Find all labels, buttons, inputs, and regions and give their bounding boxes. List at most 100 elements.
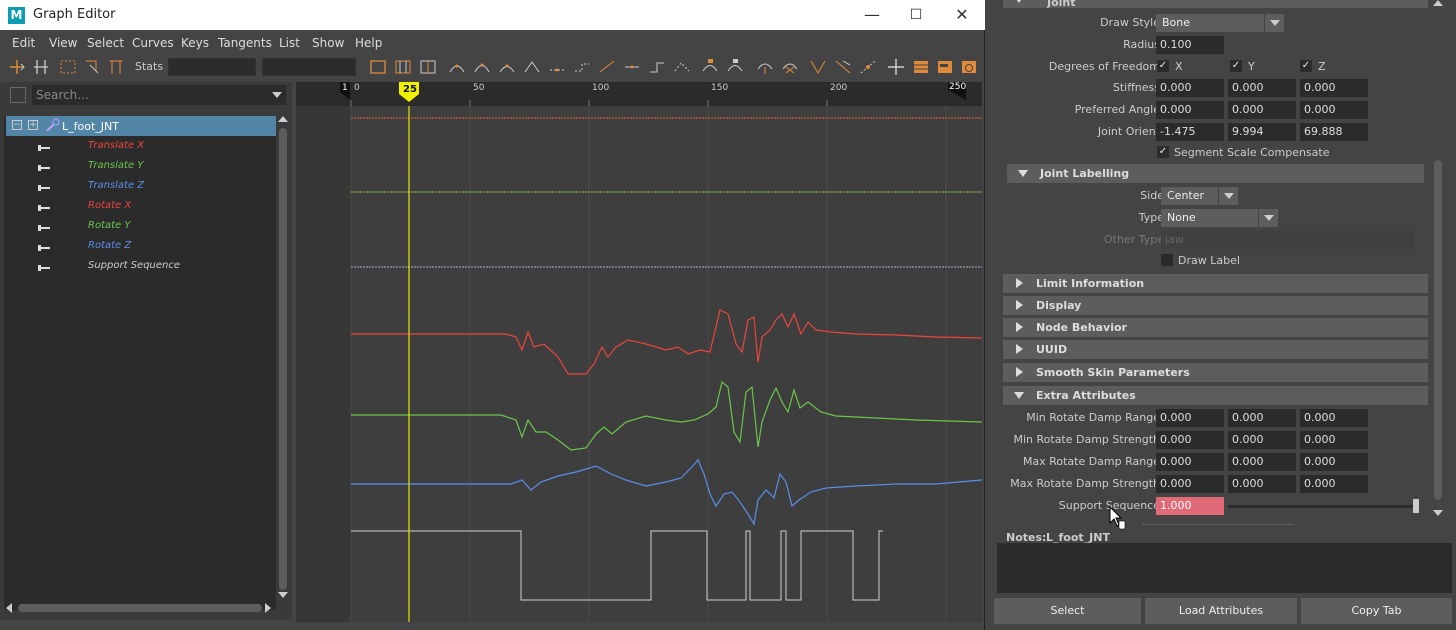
menu-show[interactable]: Show (312, 36, 344, 50)
graph-view[interactable]: 0 50 100 150 200 1 250 25 (296, 82, 982, 622)
radius-field[interactable]: 0.100 (1156, 36, 1224, 54)
menu-list[interactable]: List (279, 36, 300, 50)
flat-tangent-icon[interactable] (547, 57, 567, 77)
section-joint-labelling[interactable]: Joint Labelling (1007, 164, 1424, 183)
tree-root-row[interactable]: − + L_foot_JNT (6, 116, 276, 136)
max-damp-range-z[interactable]: 0.000 (1300, 453, 1368, 471)
menu-view[interactable]: View (49, 36, 77, 50)
close-button[interactable]: ✕ (950, 4, 974, 26)
spline-tangent-icon[interactable] (472, 57, 492, 77)
menu-help[interactable]: Help (355, 36, 382, 50)
copy-tab-button[interactable]: Copy Tab (1301, 598, 1452, 624)
unify-tangent-icon[interactable] (647, 57, 667, 77)
channel-row[interactable]: Rotate Z (4, 236, 274, 256)
preferred-angle-x-field[interactable]: 0.000 (1156, 101, 1224, 119)
min-damp-range-y[interactable]: 0.000 (1228, 409, 1296, 427)
section-uuid[interactable]: UUID (1003, 340, 1428, 359)
menu-tangents[interactable]: Tangents (218, 36, 272, 50)
graph-canvas[interactable]: 0 50 100 150 200 1 250 25 (296, 82, 982, 622)
denormalize-icon[interactable] (833, 57, 853, 77)
joint-orient-z-field[interactable]: 69.888 (1300, 123, 1368, 141)
scroll-up-icon[interactable] (1433, 0, 1443, 6)
scroll-right-icon[interactable] (265, 603, 271, 613)
step-tangent-icon[interactable] (572, 57, 592, 77)
lattice-tool-icon[interactable] (106, 57, 126, 77)
draw-style-dropdown[interactable]: Bone (1156, 14, 1284, 32)
min-damp-range-z[interactable]: 0.000 (1300, 409, 1368, 427)
dof-z-checkbox[interactable]: ✓ (1300, 60, 1312, 72)
menu-curves[interactable]: Curves (132, 36, 174, 50)
section-extra-attributes[interactable]: Extra Attributes (1003, 386, 1428, 405)
frame-playback-range-icon[interactable] (393, 57, 413, 77)
menu-keys[interactable]: Keys (181, 36, 209, 50)
type-dropdown[interactable]: None (1161, 209, 1278, 227)
segment-scale-compensate-checkbox[interactable]: ✓ (1157, 146, 1169, 158)
menu-edit[interactable]: Edit (12, 36, 35, 50)
insert-key-tool-icon[interactable] (31, 57, 51, 77)
select-button[interactable]: Select (994, 598, 1141, 624)
menu-select[interactable]: Select (87, 36, 124, 50)
notes-textarea[interactable] (997, 543, 1452, 593)
frame-all-icon[interactable] (368, 57, 388, 77)
max-damp-strength-y[interactable]: 0.000 (1228, 475, 1296, 493)
dof-x-checkbox[interactable]: ✓ (1157, 60, 1169, 72)
auto-tangent-icon[interactable] (447, 57, 467, 77)
retime-tool-icon[interactable] (82, 57, 102, 77)
scroll-down-icon[interactable] (278, 592, 288, 598)
joint-orient-x-field[interactable]: -1.475 (1156, 123, 1224, 141)
draw-label-checkbox[interactable] (1161, 254, 1173, 266)
expand-icon[interactable]: + (28, 120, 38, 130)
trax-editor-icon[interactable] (935, 57, 955, 77)
isolate-curve-icon[interactable] (858, 57, 878, 77)
ae-vscroll[interactable] (1433, 0, 1443, 522)
min-damp-strength-x[interactable]: 0.000 (1156, 431, 1224, 449)
move-view-icon[interactable] (886, 57, 906, 77)
weighted-tangent-icon[interactable] (672, 57, 692, 77)
support-sequence-slider[interactable] (1228, 505, 1418, 508)
preferred-angle-y-field[interactable]: 0.000 (1228, 101, 1296, 119)
channel-row[interactable]: Translate Y (4, 156, 274, 176)
filter-icon[interactable] (10, 87, 26, 103)
load-attributes-button[interactable]: Load Attributes (1145, 598, 1297, 624)
scroll-up-icon[interactable] (278, 116, 288, 122)
max-damp-strength-z[interactable]: 0.000 (1300, 475, 1368, 493)
buffer-curve-snapshot-icon[interactable] (755, 57, 775, 77)
max-damp-range-y[interactable]: 0.000 (1228, 453, 1296, 471)
stats-value-field[interactable] (262, 58, 356, 76)
stiffness-x-field[interactable]: 0.000 (1156, 79, 1224, 97)
linear-tangent-icon[interactable] (522, 57, 542, 77)
scroll-down-icon[interactable] (1433, 510, 1443, 516)
section-node-behavior[interactable]: Node Behavior (1003, 318, 1428, 337)
channel-row[interactable]: Support Sequence (4, 256, 274, 276)
side-dropdown[interactable]: Center (1161, 187, 1238, 205)
min-damp-strength-y[interactable]: 0.000 (1228, 431, 1296, 449)
preferred-angle-z-field[interactable]: 0.000 (1300, 101, 1368, 119)
clamped-tangent-icon[interactable] (497, 57, 517, 77)
stats-frame-field[interactable] (168, 58, 256, 76)
search-input[interactable]: Search... (32, 85, 286, 105)
collapse-icon[interactable]: − (12, 120, 22, 130)
max-damp-strength-x[interactable]: 0.000 (1156, 475, 1224, 493)
slider-handle[interactable] (1413, 499, 1419, 513)
section-display[interactable]: Display (1003, 296, 1428, 315)
center-current-time-icon[interactable] (418, 57, 438, 77)
outliner-vscroll[interactable] (278, 116, 288, 598)
section-smooth-skin[interactable]: Smooth Skin Parameters (1003, 363, 1428, 382)
channel-row[interactable]: Rotate Y (4, 216, 274, 236)
time-editor-icon[interactable] (959, 57, 979, 77)
normalize-icon[interactable] (808, 57, 828, 77)
stiffness-z-field[interactable]: 0.000 (1300, 79, 1368, 97)
max-damp-range-x[interactable]: 0.000 (1156, 453, 1224, 471)
maximize-button[interactable]: ☐ (904, 4, 928, 26)
hscroll-thumb[interactable] (18, 604, 262, 612)
stiffness-y-field[interactable]: 0.000 (1228, 79, 1296, 97)
support-sequence-field[interactable]: 1.000 (1156, 497, 1224, 515)
joint-orient-y-field[interactable]: 9.994 (1228, 123, 1296, 141)
outliner-hscroll[interactable] (6, 602, 272, 614)
channel-row[interactable]: Translate X (4, 136, 274, 156)
plateau-tangent-icon[interactable] (597, 57, 617, 77)
swap-buffer-curve-icon[interactable] (780, 57, 800, 77)
section-limit-information[interactable]: Limit Information (1003, 274, 1428, 293)
dof-y-checkbox[interactable]: ✓ (1230, 60, 1242, 72)
scroll-left-icon[interactable] (6, 603, 12, 613)
